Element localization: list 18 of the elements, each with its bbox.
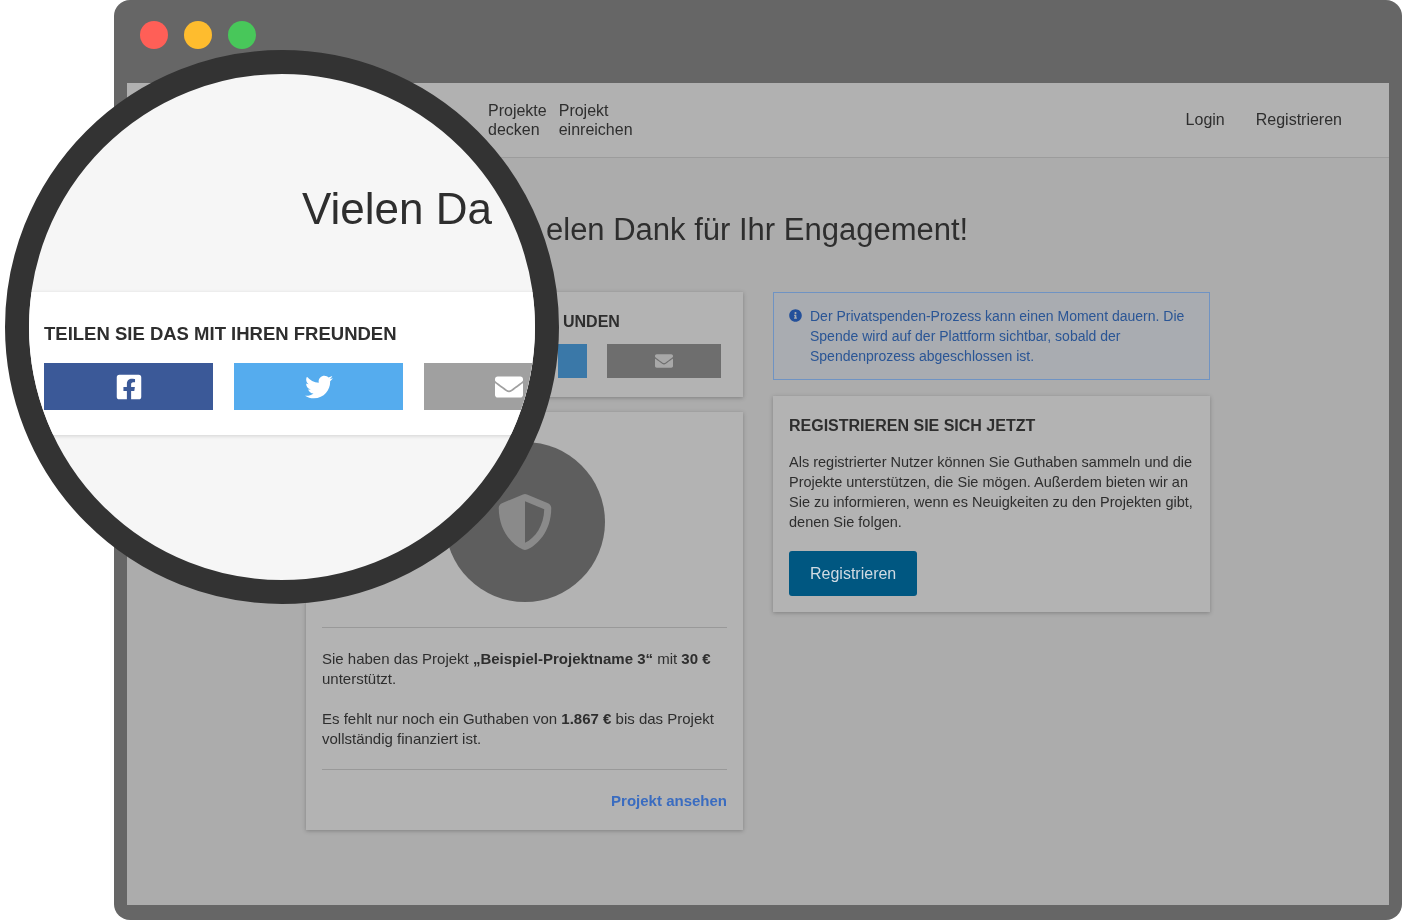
share-heading: UNDEN xyxy=(563,312,620,332)
envelope-icon xyxy=(654,352,674,370)
nav-link[interactable]: Login xyxy=(1185,108,1225,132)
register-heading: REGISTRIEREN SIE SICH JETZT xyxy=(789,416,1037,436)
facebook-icon xyxy=(114,372,143,401)
info-text: Der Privatspenden-Prozess kann einen Moment dauern. Die Spende wird auf der Plattform sichtbar, sobald der Spendenprozess abgeschlossen ist. xyxy=(810,307,1186,366)
magnified-heading: Vielen Da xyxy=(302,183,492,235)
share-button[interactable] xyxy=(44,363,213,410)
nav-link[interactable]: Projekte decken xyxy=(488,101,547,139)
register-button[interactable]: Registrieren xyxy=(789,551,918,596)
remaining-text: Es fehlt nur noch ein Guthaben von 1.867 € bis das Projekt vollständig finanziert ist. xyxy=(322,709,715,749)
register-text: Als registrierter Nutzer können Sie Guthaben sammeln und die Projekte unterstützen, die Sie mögen. Außerdem bieten wir an Sie zu informieren, wenn es Neuigkeiten zu den Projekten gibt, denen Sie folgen. xyxy=(789,453,1194,532)
support-text: Sie haben das Projekt „Beispiel-Projektname 3“ mit 30 € unterstützt. xyxy=(322,649,712,689)
nav-link[interactable]: Registrieren xyxy=(1255,108,1342,132)
info-icon xyxy=(789,309,802,322)
page-heading: elen Dank für Ihr Engagement! xyxy=(546,212,969,248)
nav-link[interactable]: Projekt einreichen xyxy=(558,101,633,139)
magnified-share-heading: TEILEN SIE DAS MIT IHREN FREUNDEN xyxy=(44,323,397,345)
